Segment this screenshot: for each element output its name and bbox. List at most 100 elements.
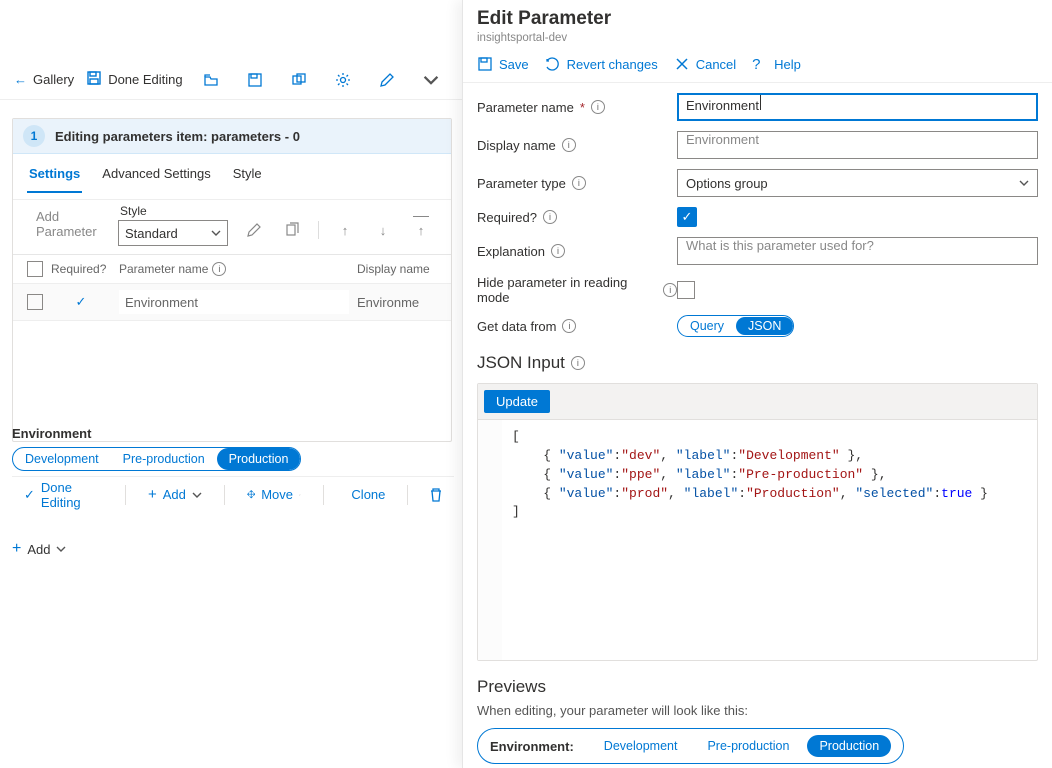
param-type-select[interactable]: Options group bbox=[677, 169, 1038, 197]
clone-label: Clone bbox=[351, 487, 385, 502]
add-button[interactable]: +Add bbox=[140, 482, 210, 507]
data-source-toggle[interactable]: Query JSON bbox=[677, 315, 794, 337]
gear-icon[interactable] bbox=[327, 64, 359, 96]
move-label: Move bbox=[261, 487, 293, 502]
save-button[interactable]: Save bbox=[477, 56, 529, 72]
style-label: Style bbox=[120, 204, 228, 218]
col-param-name: Parameter name bbox=[119, 262, 208, 276]
chevron-down-icon[interactable] bbox=[415, 64, 447, 96]
hide-checkbox[interactable] bbox=[677, 281, 695, 299]
add-label: Add bbox=[163, 487, 186, 502]
tab-style[interactable]: Style bbox=[231, 160, 264, 193]
lab-get-data: Get data from bbox=[477, 319, 556, 334]
arrow-up-icon[interactable]: ↑ bbox=[329, 214, 361, 246]
move-button[interactable]: Move bbox=[239, 483, 309, 506]
opt-query[interactable]: Query bbox=[678, 317, 736, 335]
done-editing-button[interactable]: ✓Done Editing bbox=[16, 476, 111, 514]
save-icon bbox=[86, 70, 102, 89]
required-check-icon: ✓ bbox=[51, 294, 111, 310]
lab-explanation: Explanation bbox=[477, 244, 545, 259]
lab-display-name: Display name bbox=[477, 138, 556, 153]
tab-advanced[interactable]: Advanced Settings bbox=[100, 160, 212, 193]
copy-stack-icon[interactable] bbox=[283, 64, 315, 96]
update-button[interactable]: Update bbox=[484, 390, 550, 413]
help-icon: ? bbox=[752, 56, 768, 72]
style-select[interactable]: Standard bbox=[118, 220, 228, 246]
text-cursor bbox=[760, 95, 761, 110]
previews-hint: When editing, your parameter will look l… bbox=[477, 703, 1038, 718]
item-header: 1 Editing parameters item: parameters - … bbox=[13, 119, 451, 154]
info-icon[interactable]: i bbox=[543, 210, 557, 224]
item-title: Editing parameters item: parameters - 0 bbox=[55, 129, 300, 144]
chevron-down-icon bbox=[56, 544, 66, 554]
delete-icon[interactable] bbox=[422, 479, 450, 511]
preview-label: Environment: bbox=[490, 739, 574, 754]
required-checkbox[interactable]: ✓ bbox=[677, 207, 697, 227]
separator bbox=[224, 485, 225, 505]
json-code-editor[interactable]: [ { "value":"dev", "label":"Development"… bbox=[478, 420, 1037, 660]
edit-icon[interactable] bbox=[238, 214, 270, 246]
options-group[interactable]: Development Pre-production Production bbox=[12, 447, 301, 471]
row-display-name: Environme bbox=[357, 295, 437, 310]
copy-icon[interactable] bbox=[276, 214, 308, 246]
back-gallery[interactable]: ← Gallery bbox=[14, 72, 74, 87]
info-icon[interactable]: i bbox=[663, 283, 677, 297]
parameters-item: 1 Editing parameters item: parameters - … bbox=[12, 118, 452, 442]
json-editor: Update [ { "value":"dev", "label":"Devel… bbox=[477, 383, 1038, 661]
lab-param-type: Parameter type bbox=[477, 176, 566, 191]
preview-opt-prod[interactable]: Production bbox=[807, 735, 891, 757]
opt-development[interactable]: Development bbox=[13, 448, 111, 470]
add-parameter-button[interactable]: Add Parameter bbox=[27, 202, 108, 246]
previews-title: Previews bbox=[477, 677, 1038, 697]
tab-settings[interactable]: Settings bbox=[27, 160, 82, 193]
gallery-label: Gallery bbox=[33, 72, 74, 87]
add-global-label: Add bbox=[27, 542, 50, 557]
separator bbox=[407, 485, 408, 505]
lab-hide: Hide parameter in reading mode bbox=[477, 275, 657, 305]
info-icon[interactable]: i bbox=[572, 176, 586, 190]
opt-preproduction[interactable]: Pre-production bbox=[111, 448, 217, 470]
arrow-top-icon[interactable]: ↑ bbox=[405, 214, 437, 246]
clone-button[interactable]: Clone bbox=[337, 483, 393, 506]
info-icon[interactable]: i bbox=[571, 356, 585, 370]
open-icon[interactable] bbox=[195, 64, 227, 96]
explanation-input[interactable]: What is this parameter used for? bbox=[677, 237, 1038, 265]
cancel-button[interactable]: Cancel bbox=[674, 56, 736, 72]
done-label: Done Editing bbox=[41, 480, 103, 510]
help-label: Help bbox=[774, 57, 801, 72]
info-icon[interactable]: i bbox=[551, 244, 565, 258]
table-row[interactable]: ✓ Environment Environme bbox=[13, 284, 451, 321]
info-icon[interactable]: i bbox=[562, 319, 576, 333]
row-checkbox[interactable] bbox=[27, 294, 43, 310]
save-disk-icon[interactable] bbox=[239, 64, 271, 96]
style-value: Standard bbox=[125, 226, 178, 241]
edit-pencil-icon[interactable] bbox=[371, 64, 403, 96]
select-all-checkbox[interactable] bbox=[27, 261, 43, 277]
close-icon bbox=[674, 56, 690, 72]
opt-json[interactable]: JSON bbox=[736, 317, 793, 335]
panel-title: Edit Parameter bbox=[477, 8, 1038, 30]
info-icon[interactable]: i bbox=[562, 138, 576, 152]
env-param-label: Environment bbox=[12, 426, 301, 441]
param-name-value: Environment bbox=[686, 98, 759, 113]
revert-button[interactable]: Revert changes bbox=[545, 56, 658, 72]
param-name-input[interactable]: Environment bbox=[677, 93, 1038, 121]
add-global-button[interactable]: + Add bbox=[12, 540, 66, 558]
preview-opt-ppe[interactable]: Pre-production bbox=[695, 735, 801, 757]
edit-parameter-panel: Edit Parameter insightsportal-dev Save R… bbox=[462, 0, 1052, 768]
info-icon[interactable]: i bbox=[591, 100, 605, 114]
opt-production[interactable]: Production bbox=[217, 448, 301, 470]
revert-label: Revert changes bbox=[567, 57, 658, 72]
arrow-left-icon: ← bbox=[14, 72, 27, 87]
grid-header: Required? Parameter namei Display name bbox=[13, 255, 451, 284]
done-editing-top[interactable]: Done Editing bbox=[86, 70, 182, 89]
chevron-down-icon bbox=[211, 228, 221, 238]
chevron-down-icon bbox=[1019, 178, 1029, 188]
chevron-down-icon bbox=[192, 490, 202, 500]
col-display-name: Display name bbox=[357, 262, 437, 276]
save-label: Save bbox=[499, 57, 529, 72]
help-button[interactable]: ? Help bbox=[752, 56, 801, 72]
arrow-down-icon[interactable]: ↓ bbox=[367, 214, 399, 246]
preview-opt-dev[interactable]: Development bbox=[592, 735, 690, 757]
display-name-input[interactable]: Environment bbox=[677, 131, 1038, 159]
